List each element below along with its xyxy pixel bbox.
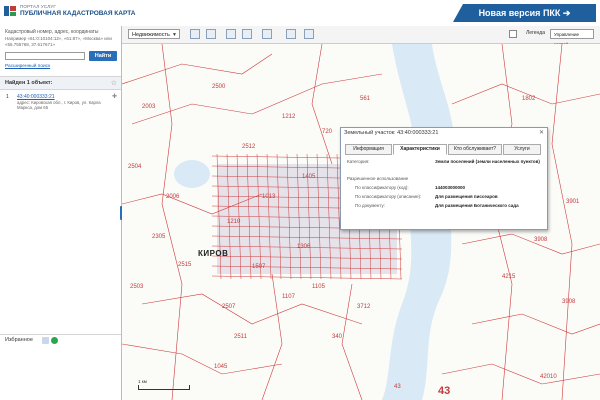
info-icon[interactable] — [226, 29, 236, 39]
parcel-label: 2503 — [130, 284, 144, 290]
parcel-label: 2512 — [242, 144, 256, 150]
favorites-bar: Избранное — [0, 334, 121, 345]
permitted-use-label: Разрешенное использование — [347, 176, 409, 181]
parcel-label: 2006 — [166, 194, 180, 200]
parcel-label: 1802 — [522, 96, 536, 102]
description-value: Для размещения писсеаров — [435, 194, 498, 199]
advanced-search-link[interactable]: Расширенный поиск — [5, 64, 50, 69]
category-value: Земли поселений (земли населенных пункто… — [435, 159, 540, 164]
parcel-label: 340 — [332, 334, 343, 340]
parcel-label: 2511 — [234, 334, 247, 340]
map-control-select[interactable]: Управление картой — [550, 29, 594, 47]
parcel-label: 2515 — [178, 262, 192, 268]
parcel-label: 720 — [322, 129, 333, 135]
results-bar: Найден 1 объект: ☆ — [0, 76, 121, 90]
close-icon[interactable]: ✕ — [539, 129, 544, 136]
portal-logo-icon[interactable] — [3, 4, 17, 18]
code-value: 144003000000 — [435, 185, 466, 190]
parcel-label: 561 — [360, 96, 371, 102]
parcel-label: 1107 — [282, 294, 295, 300]
category-select-value: Недвижимость — [132, 32, 170, 38]
add-favorite-icon[interactable]: ✚ — [112, 93, 117, 100]
result-address: адрес: Кировская обл., г. Киров, ул. Кар… — [17, 100, 101, 110]
search-label: Кадастровый номер, адрес, координаты — [5, 29, 99, 35]
document-value: Для размещения Ботанического сада — [435, 203, 519, 208]
portal-title: ПУБЛИЧНАЯ КАДАСТРОВАЯ КАРТА — [20, 10, 136, 17]
parcel-label: 2003 — [142, 104, 156, 110]
description-label: По классификатору (описание): — [355, 194, 422, 199]
parcel-label: 42010 — [540, 374, 557, 380]
parcel-label: 1105 — [312, 284, 325, 290]
legend-checkbox[interactable] — [509, 30, 517, 38]
parcel-popup: Земельный участок: 43:40:000333:21 ✕ Инф… — [340, 127, 548, 230]
favorites-folder-icon[interactable] — [42, 337, 49, 344]
region-number: 43 — [438, 385, 451, 397]
legend-label: Легенда — [525, 30, 545, 36]
results-count: Найден 1 объект: — [5, 80, 53, 86]
header: ПОРТАЛ УСЛУГ ПУБЛИЧНАЯ КАДАСТРОВАЯ КАРТА… — [0, 0, 600, 27]
new-version-button[interactable]: Новая версия ПКК ➔ — [453, 4, 596, 22]
parcel-label: 2504 — [128, 164, 142, 170]
favorites-add-icon[interactable] — [51, 337, 58, 344]
parcel-label: 2500 — [212, 84, 226, 90]
parcel-label: 1045 — [214, 364, 228, 370]
parcel-label: 4215 — [502, 274, 516, 280]
sidebar: Кадастровый номер, адрес, координаты Нап… — [0, 26, 122, 400]
draw-icon[interactable] — [304, 29, 314, 39]
parcel-label: 2507 — [222, 304, 236, 310]
parcel-label: 43 — [394, 384, 401, 390]
result-number: 1 — [6, 94, 9, 100]
parcel-label: 1405 — [302, 174, 316, 180]
category-label: Категория: — [347, 159, 370, 164]
popup-title: Земельный участок: 43:40:000333:21 — [344, 130, 439, 136]
parcel-label: 3908 — [534, 237, 548, 243]
category-select[interactable]: Недвижимость ▼ — [128, 29, 180, 39]
result-item[interactable]: 1 43:40:000333:21 адрес: Кировская обл.,… — [0, 92, 121, 116]
parcel-label: 1212 — [282, 114, 296, 120]
area-select-icon[interactable] — [206, 29, 216, 39]
parcel-label: 1210 — [227, 219, 241, 225]
parcel-label: 1507 — [252, 264, 266, 270]
code-label: По классификатору (код): — [355, 185, 409, 190]
tab-characteristics[interactable]: Характеристики — [393, 144, 447, 155]
document-label: По документу: — [355, 203, 386, 208]
parcel-label: 1013 — [262, 194, 276, 200]
parcel-label: 3908 — [562, 299, 576, 305]
star-icon[interactable]: ☆ — [111, 79, 117, 87]
parcel-label: 3712 — [357, 304, 371, 310]
portal-name: ПОРТАЛ УСЛУГ — [20, 4, 57, 9]
tab-services[interactable]: Услуги — [503, 144, 541, 155]
map-toolbar: Недвижимость ▼ Легенда Управление картой — [122, 26, 600, 47]
link-icon[interactable] — [262, 29, 272, 39]
tab-who-serves[interactable]: Кто обслуживает? — [448, 144, 502, 155]
measure-icon[interactable] — [242, 29, 252, 39]
print-icon[interactable] — [286, 29, 296, 39]
parcel-label: 1306 — [297, 244, 311, 250]
layers-icon[interactable] — [190, 29, 200, 39]
favorites-label: Избранное — [5, 337, 33, 343]
city-label: КИРОВ — [198, 249, 229, 258]
find-button[interactable]: Найти — [89, 51, 117, 61]
scale-bar — [138, 385, 190, 390]
parcel-label: 3901 — [566, 199, 580, 205]
scale-label: 1 км — [138, 379, 147, 384]
parcel-label: 2305 — [152, 234, 166, 240]
search-example: Например «61:0:10104:12», «61:87», «Моск… — [5, 36, 112, 47]
tab-info[interactable]: Информация — [345, 144, 392, 155]
chevron-down-icon: ▼ — [172, 32, 177, 38]
search-input[interactable] — [5, 52, 85, 60]
